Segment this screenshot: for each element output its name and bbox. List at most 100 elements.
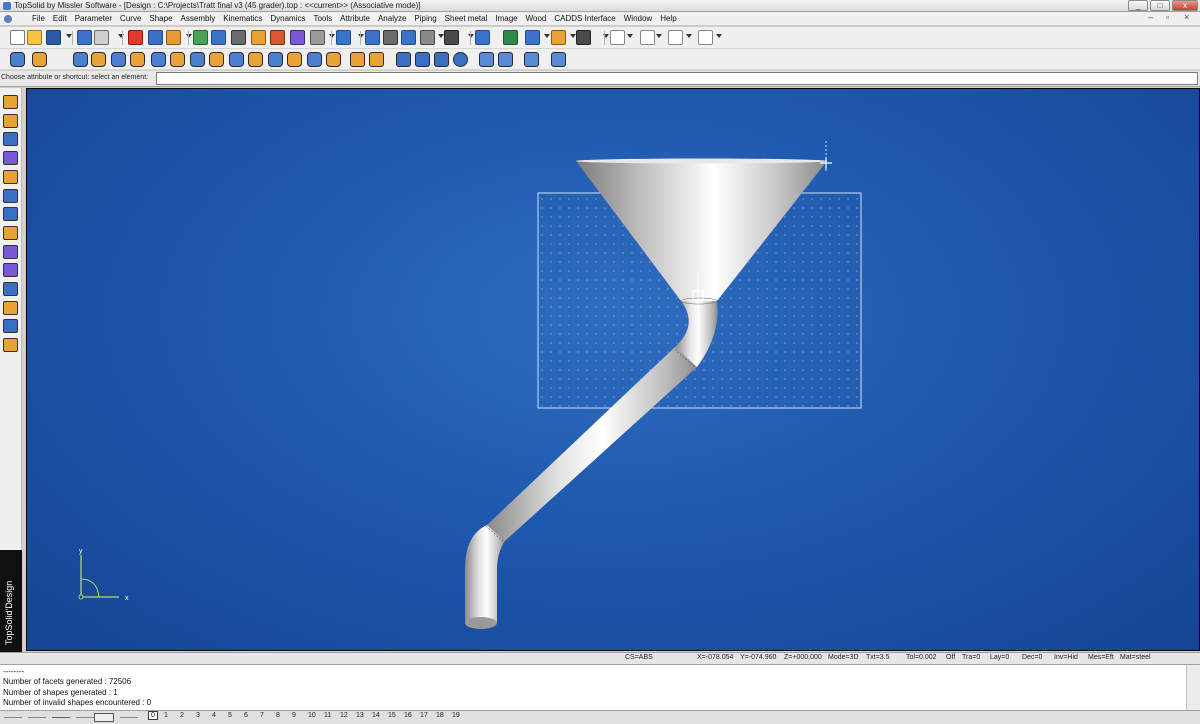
- shape-tool-22-icon[interactable]: [453, 52, 468, 67]
- layer-13[interactable]: 13: [356, 712, 364, 719]
- dropdown-arrow-icon[interactable]: [570, 34, 576, 38]
- left-tool-2-icon[interactable]: [3, 113, 18, 128]
- trim-icon[interactable]: [401, 30, 416, 45]
- color-icon[interactable]: [270, 30, 285, 45]
- point-style-icon[interactable]: [640, 30, 655, 45]
- document-restore-icon[interactable]: ▫: [1166, 12, 1169, 22]
- status-cs[interactable]: CS=ABS: [625, 654, 653, 661]
- linestyle-color[interactable]: [52, 717, 70, 718]
- layer-icon[interactable]: [290, 30, 305, 45]
- layer-4[interactable]: 4: [212, 712, 216, 719]
- dropdown-arrow-icon[interactable]: [627, 34, 633, 38]
- minimize-button[interactable]: _: [1128, 0, 1148, 11]
- shape-tool-6-icon[interactable]: [130, 52, 145, 67]
- left-tool-4-icon[interactable]: [3, 151, 18, 166]
- transparency-icon[interactable]: [310, 30, 325, 45]
- layer-6[interactable]: 6: [244, 712, 248, 719]
- status-txt[interactable]: Txt=3.5: [866, 654, 890, 661]
- layer-18[interactable]: 18: [436, 712, 444, 719]
- linestyle-solid[interactable]: [4, 717, 22, 718]
- close-button[interactable]: x: [1172, 0, 1198, 11]
- linestyle-thin[interactable]: [76, 717, 94, 718]
- dropdown-arrow-icon[interactable]: [716, 34, 722, 38]
- graphics-viewport[interactable]: y x: [26, 88, 1200, 651]
- layer-17[interactable]: 17: [420, 712, 428, 719]
- layer-12[interactable]: 12: [340, 712, 348, 719]
- left-tool-5-icon[interactable]: [3, 169, 18, 184]
- shape-tool-9-icon[interactable]: [190, 52, 205, 67]
- open-file-icon[interactable]: [27, 30, 42, 45]
- shape-tool-20-icon[interactable]: [415, 52, 430, 67]
- shape-tool-1-icon[interactable]: [10, 52, 25, 67]
- new-file-icon[interactable]: [10, 30, 25, 45]
- save-icon[interactable]: [46, 30, 61, 45]
- menu-dynamics[interactable]: Dynamics: [266, 14, 309, 23]
- layer-19[interactable]: 19: [452, 712, 460, 719]
- layer-10[interactable]: 10: [308, 712, 316, 719]
- shape-tool-26-icon[interactable]: [551, 52, 566, 67]
- properties-icon[interactable]: [77, 30, 92, 45]
- maximize-button[interactable]: □: [1150, 0, 1170, 11]
- shape-tool-5-icon[interactable]: [111, 52, 126, 67]
- layer-9[interactable]: 9: [292, 712, 296, 719]
- menu-edit[interactable]: Edit: [49, 14, 71, 23]
- menu-assembly[interactable]: Assembly: [177, 14, 220, 23]
- shape-tool-10-icon[interactable]: [209, 52, 224, 67]
- modify-icon[interactable]: [365, 30, 380, 45]
- menu-window[interactable]: Window: [620, 14, 656, 23]
- dot-style-icon[interactable]: [698, 30, 713, 45]
- attribute-icon[interactable]: [251, 30, 266, 45]
- layer-2[interactable]: 2: [180, 712, 184, 719]
- menu-tools[interactable]: Tools: [309, 14, 336, 23]
- shape-tool-14-icon[interactable]: [287, 52, 302, 67]
- shape-tool-15-icon[interactable]: [307, 52, 322, 67]
- status-lay[interactable]: Lay=0: [990, 654, 1009, 661]
- left-tool-1-icon[interactable]: [3, 95, 18, 109]
- dropdown-arrow-icon[interactable]: [544, 34, 550, 38]
- left-tool-11-icon[interactable]: [3, 282, 18, 296]
- shape-tool-23-icon[interactable]: [479, 52, 494, 67]
- status-mode[interactable]: Mode=3D: [828, 654, 859, 661]
- delete-icon[interactable]: [128, 30, 143, 45]
- left-tool-9-icon[interactable]: [3, 244, 18, 259]
- left-tool-8-icon[interactable]: [3, 225, 18, 240]
- layer-14[interactable]: 14: [372, 712, 380, 719]
- render-icon[interactable]: [551, 30, 566, 45]
- linestyle-dotted[interactable]: [120, 717, 138, 718]
- dropdown-arrow-icon[interactable]: [118, 34, 124, 38]
- measure-icon[interactable]: [231, 30, 246, 45]
- layer-0[interactable]: 0: [148, 711, 158, 720]
- linestyle-box[interactable]: [94, 713, 114, 722]
- left-tool-14-icon[interactable]: [3, 338, 18, 353]
- command-input[interactable]: [156, 72, 1198, 85]
- left-tool-7-icon[interactable]: [3, 207, 18, 222]
- status-off[interactable]: Off: [946, 654, 955, 661]
- console-scrollbar[interactable]: [1186, 665, 1200, 711]
- shape-tool-3-icon[interactable]: [73, 52, 88, 67]
- shape-tool-16-icon[interactable]: [326, 52, 341, 67]
- menu-help[interactable]: Help: [656, 14, 680, 23]
- shape-tool-21-icon[interactable]: [434, 52, 449, 67]
- menu-parameter[interactable]: Parameter: [71, 14, 116, 23]
- status-tra[interactable]: Tra=0: [962, 654, 980, 661]
- layer-11[interactable]: 11: [324, 712, 331, 719]
- hook-icon[interactable]: [420, 30, 435, 45]
- shape-tool-13-icon[interactable]: [268, 52, 283, 67]
- line-style-icon[interactable]: [668, 30, 683, 45]
- status-mat[interactable]: Mat=steel: [1120, 654, 1151, 661]
- shape-tool-24-icon[interactable]: [498, 52, 513, 67]
- linestyle-dashed[interactable]: [28, 717, 46, 718]
- color-swatch[interactable]: [610, 30, 625, 45]
- left-tool-10-icon[interactable]: [3, 263, 18, 278]
- status-mes[interactable]: Mes=Eft: [1088, 654, 1114, 661]
- dropdown-arrow-icon[interactable]: [438, 34, 444, 38]
- layer-8[interactable]: 8: [276, 712, 280, 719]
- left-tool-3-icon[interactable]: [3, 132, 18, 147]
- menu-analyze[interactable]: Analyze: [374, 14, 410, 23]
- menu-shape[interactable]: Shape: [145, 14, 176, 23]
- dropdown-arrow-icon[interactable]: [656, 34, 662, 38]
- menu-cadds-interface[interactable]: CADDS Interface: [550, 14, 619, 23]
- status-tol[interactable]: Tol=0.002: [906, 654, 937, 661]
- dropdown-arrow-icon[interactable]: [358, 34, 364, 38]
- menu-wood[interactable]: Wood: [522, 14, 551, 23]
